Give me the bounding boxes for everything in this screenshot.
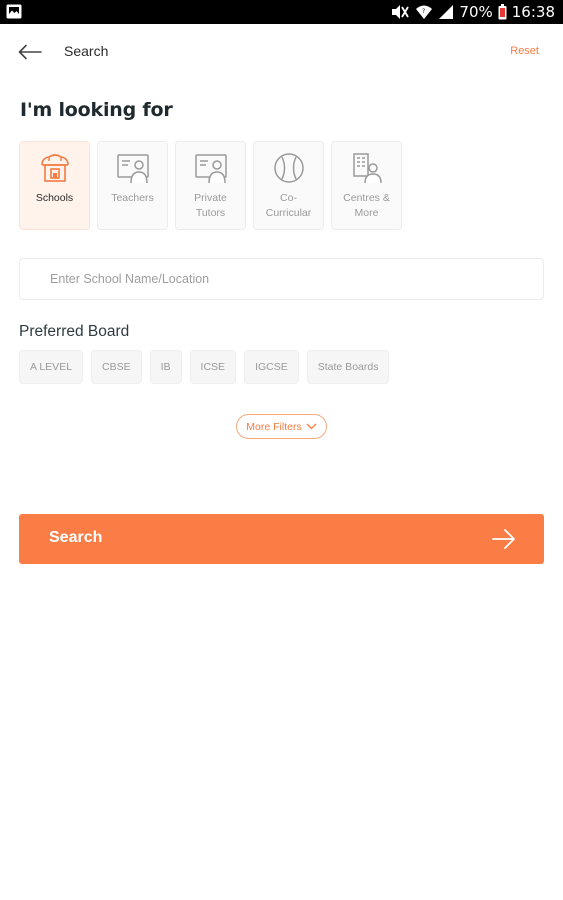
battery-icon xyxy=(498,4,507,20)
looking-for-heading: I'm looking for xyxy=(20,99,173,121)
search-field[interactable] xyxy=(19,258,544,300)
more-filters-label: More Filters xyxy=(246,420,302,433)
reset-button[interactable]: Reset xyxy=(510,45,539,57)
battery-percent: 70% xyxy=(459,3,493,21)
category-label: Private Tutors xyxy=(194,192,227,219)
board-chip-ib[interactable]: IB xyxy=(149,350,182,384)
arrow-right-icon xyxy=(492,529,515,549)
gallery-notification-icon xyxy=(6,4,22,19)
app-bar: Search Reset xyxy=(0,24,563,80)
status-bar: ? 70% 16:38 xyxy=(0,0,563,24)
page-title: Search xyxy=(64,43,109,59)
board-chip-a-level[interactable]: A LEVEL xyxy=(19,350,84,384)
teacher-icon xyxy=(116,151,150,185)
centre-icon xyxy=(350,151,384,185)
ball-icon xyxy=(272,151,306,185)
board-chip-icse[interactable]: ICSE xyxy=(189,350,237,384)
wifi-icon: ? xyxy=(415,4,433,20)
signal-icon xyxy=(438,4,454,20)
category-schools[interactable]: Schools xyxy=(19,141,90,230)
category-teachers[interactable]: Teachers xyxy=(97,141,168,230)
category-centres-more[interactable]: Centres & More xyxy=(331,141,402,230)
search-input[interactable] xyxy=(20,259,543,299)
school-icon xyxy=(38,151,72,185)
preferred-board-title: Preferred Board xyxy=(19,323,130,340)
category-private-tutors[interactable]: Private Tutors xyxy=(175,141,246,230)
svg-text:?: ? xyxy=(422,8,425,15)
board-chip-state-boards[interactable]: State Boards xyxy=(306,350,390,384)
chevron-down-icon xyxy=(306,423,317,430)
category-list: Schools Teachers Private Tutors Co- Curr… xyxy=(19,141,402,230)
clock-time: 16:38 xyxy=(511,3,555,21)
category-label: Schools xyxy=(35,192,74,204)
board-chip-list: A LEVEL CBSE IB ICSE IGCSE State Boards xyxy=(19,350,390,384)
board-chip-igcse[interactable]: IGCSE xyxy=(244,350,299,384)
mute-icon xyxy=(390,4,410,20)
more-filters-button[interactable]: More Filters xyxy=(236,414,327,439)
search-button[interactable]: Search xyxy=(19,514,544,564)
back-button[interactable] xyxy=(14,38,46,66)
category-label: Teachers xyxy=(111,192,154,204)
arrow-left-icon xyxy=(18,44,42,60)
category-co-curricular[interactable]: Co- Curricular xyxy=(253,141,324,230)
category-label: Centres & More xyxy=(343,192,390,219)
board-chip-cbse[interactable]: CBSE xyxy=(91,350,142,384)
tutor-icon xyxy=(194,151,228,185)
search-button-label: Search xyxy=(49,529,103,546)
category-label: Co- Curricular xyxy=(265,192,312,219)
